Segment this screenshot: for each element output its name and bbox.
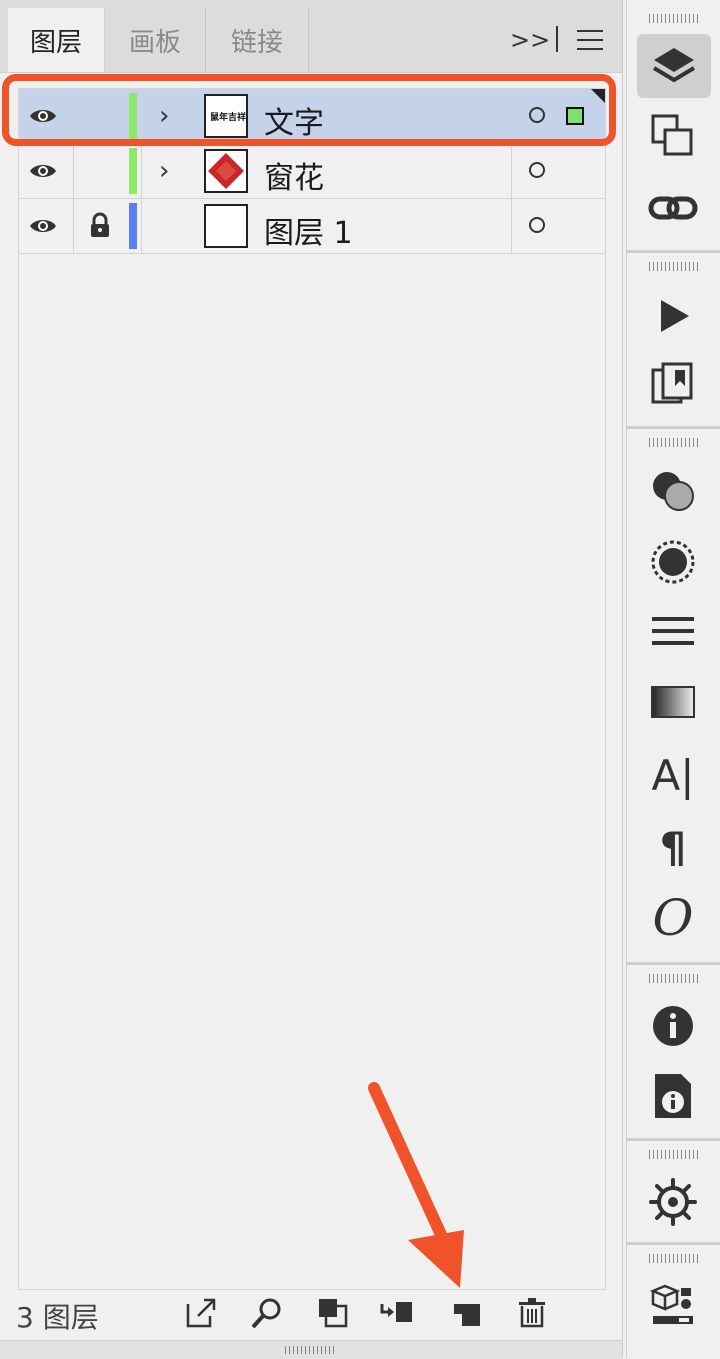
annotation-highlight-box xyxy=(2,74,616,146)
layer-color-bar xyxy=(129,148,137,194)
panel-menu-icon[interactable] xyxy=(577,30,603,50)
trash-icon[interactable] xyxy=(515,1296,549,1330)
layer-color-bar xyxy=(129,203,137,249)
transparency-icon[interactable] xyxy=(635,458,711,522)
dock-grip[interactable] xyxy=(649,1150,699,1159)
export-icon[interactable] xyxy=(184,1296,218,1330)
dock-grip[interactable] xyxy=(649,1254,699,1263)
tab-overflow-button[interactable]: >> xyxy=(510,26,550,54)
character-icon[interactable]: A| xyxy=(635,744,711,808)
links-icon[interactable] xyxy=(635,176,711,240)
tab-separator xyxy=(556,26,558,52)
target-circle-icon[interactable] xyxy=(529,162,545,178)
panel-resize-grip[interactable] xyxy=(0,1340,622,1359)
appearance-icon[interactable] xyxy=(635,530,711,594)
layer-row-layer1[interactable]: 图层 1 xyxy=(19,199,605,254)
paragraph-icon[interactable]: ¶ xyxy=(635,816,711,880)
tab-links[interactable]: 链接 xyxy=(206,8,309,72)
stroke-icon[interactable] xyxy=(635,600,711,664)
asset-export-icon[interactable] xyxy=(635,352,711,416)
expand-chevron-icon[interactable]: › xyxy=(159,156,169,186)
layer-list[interactable]: › 鼠年吉祥 文字 › 窗花 图层 1 xyxy=(18,88,606,1290)
dock-grip[interactable] xyxy=(649,262,699,271)
tab-layers[interactable]: 图层 xyxy=(8,8,105,72)
layer-name[interactable]: 图层 1 xyxy=(264,208,353,252)
visibility-eye-icon[interactable] xyxy=(29,161,57,181)
actions-play-icon[interactable] xyxy=(635,284,711,348)
layer-row-papercut[interactable]: › 窗花 xyxy=(19,144,605,199)
dock-grip[interactable] xyxy=(649,438,699,447)
layer-count-label: 3 图层 xyxy=(16,1301,99,1334)
new-sublayer-icon[interactable] xyxy=(450,1296,484,1330)
libraries-icon[interactable] xyxy=(635,1274,711,1338)
lock-icon[interactable] xyxy=(89,212,111,238)
dock-grip[interactable] xyxy=(649,974,699,983)
dock-grip[interactable] xyxy=(649,14,699,23)
artboards-icon[interactable] xyxy=(635,104,711,168)
clip-mask-icon[interactable] xyxy=(316,1296,350,1330)
navigator-icon[interactable] xyxy=(635,1170,711,1234)
visibility-eye-icon[interactable] xyxy=(29,216,57,236)
panel-tab-bar: 图层 画板 链接 >> xyxy=(0,0,622,73)
move-to-layer-icon[interactable] xyxy=(380,1296,414,1330)
opentype-icon[interactable]: O xyxy=(635,886,711,950)
layer-thumbnail xyxy=(204,149,248,193)
gradient-icon[interactable] xyxy=(635,670,711,734)
layer-name[interactable]: 窗花 xyxy=(264,153,324,197)
layers-icon[interactable] xyxy=(637,34,711,98)
info-icon[interactable] xyxy=(635,994,711,1058)
annotation-arrow-icon xyxy=(368,1082,464,1288)
target-circle-icon[interactable] xyxy=(529,217,545,233)
layer-thumbnail xyxy=(204,204,248,248)
panel-dock-toolbar: A| ¶ O xyxy=(626,0,720,1358)
search-icon[interactable] xyxy=(250,1296,284,1330)
tab-artboards[interactable]: 画板 xyxy=(105,8,206,72)
layers-panel: 图层 画板 链接 >> › 鼠年吉祥 文字 › 窗花 图层 1 3 图层 xyxy=(0,0,623,1359)
papercut-thumbnail-icon xyxy=(208,153,244,189)
document-info-icon[interactable] xyxy=(635,1064,711,1128)
